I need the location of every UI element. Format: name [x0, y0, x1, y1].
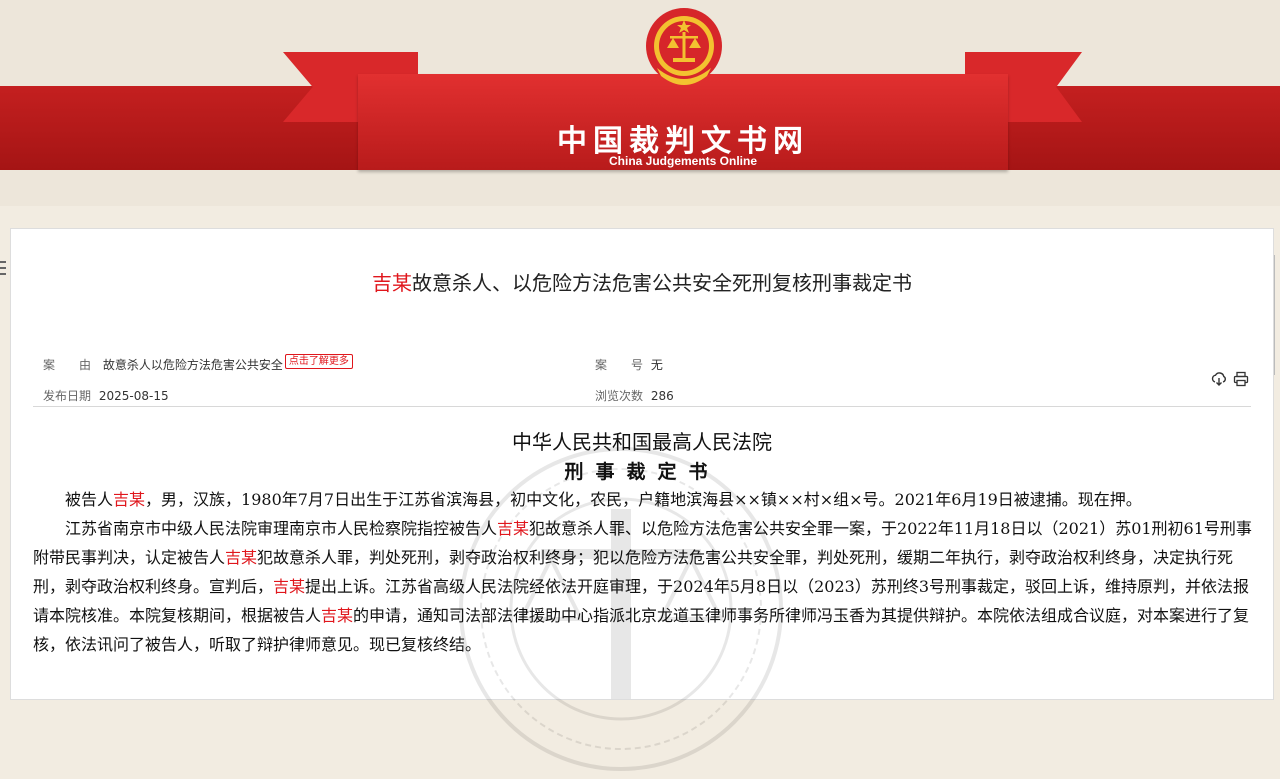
download-icon[interactable]	[1211, 371, 1227, 387]
site-header: 中国裁判文书网 China Judgements Online	[0, 0, 1280, 206]
body-paragraph: 被告人吉某，男，汉族，1980年7月7日出生于江苏省滨海县，初中文化，农民，户籍…	[33, 485, 1253, 514]
document-type: 刑事裁定书	[564, 461, 720, 483]
publish-date-value: 2025-08-15	[98, 389, 169, 403]
defendant-name-highlight: 吉某	[225, 548, 258, 567]
case-number-label: 案 号	[595, 358, 644, 372]
body-paragraph: 江苏省南京市中级人民法院审理南京市人民检察院指控被告人吉某犯故意杀人罪、以危险方…	[33, 514, 1253, 659]
publish-date-label: 发布日期	[43, 389, 92, 403]
case-cause-value: 故意杀人以危险方法危害公共安全	[102, 358, 283, 372]
defendant-name-highlight: 吉某	[113, 490, 146, 509]
title-rest: 故意杀人、以危险方法危害公共安全死刑复核刑事裁定书	[412, 271, 912, 295]
views-value: 286	[650, 389, 674, 403]
court-name: 中华人民共和国最高人民法院	[512, 430, 772, 454]
defendant-name-highlight: 吉某	[273, 577, 306, 596]
site-subtitle: China Judgements Online	[608, 154, 758, 168]
defendant-name-highlight: 吉某	[321, 606, 354, 625]
views-label: 浏览次数	[595, 389, 644, 403]
views-row: 浏览次数 286	[595, 387, 674, 404]
paragraph-text: 被告人	[65, 490, 114, 509]
court-emblem-icon	[646, 8, 722, 85]
meta-divider	[33, 406, 1251, 407]
case-cause-label: 案 由	[43, 358, 92, 372]
case-number-row: 案 号 无	[595, 356, 663, 373]
document-card: 吉某故意杀人、以危险方法危害公共安全死刑复核刑事裁定书 案 由 故意杀人以危险方…	[10, 228, 1274, 771]
right-side-tab[interactable]	[1274, 255, 1280, 375]
publish-date-row: 发布日期 2025-08-15	[43, 387, 169, 404]
left-side-tab[interactable]	[0, 255, 8, 303]
case-cause-row: 案 由 故意杀人以危险方法危害公共安全 点击了解更多	[43, 354, 353, 374]
document-body: 被告人吉某，男，汉族，1980年7月7日出生于江苏省滨海县，初中文化，农民，户籍…	[33, 485, 1253, 659]
paragraph-text: 江苏省南京市中级人民法院审理南京市人民检察院指控被告人	[65, 519, 498, 538]
case-number-value: 无	[650, 358, 663, 372]
defendant-name-highlight: 吉某	[497, 519, 530, 538]
title-defendant-name: 吉某	[372, 271, 412, 295]
document-title: 吉某故意杀人、以危险方法危害公共安全死刑复核刑事裁定书	[11, 267, 1273, 296]
document-actions	[1211, 371, 1249, 387]
learn-more-tag[interactable]: 点击了解更多	[284, 354, 353, 369]
paragraph-text: ，男，汉族，1980年7月7日出生于江苏省滨海县，初中文化，农民，户籍地滨海县×…	[145, 490, 1142, 509]
print-icon[interactable]	[1233, 371, 1249, 387]
